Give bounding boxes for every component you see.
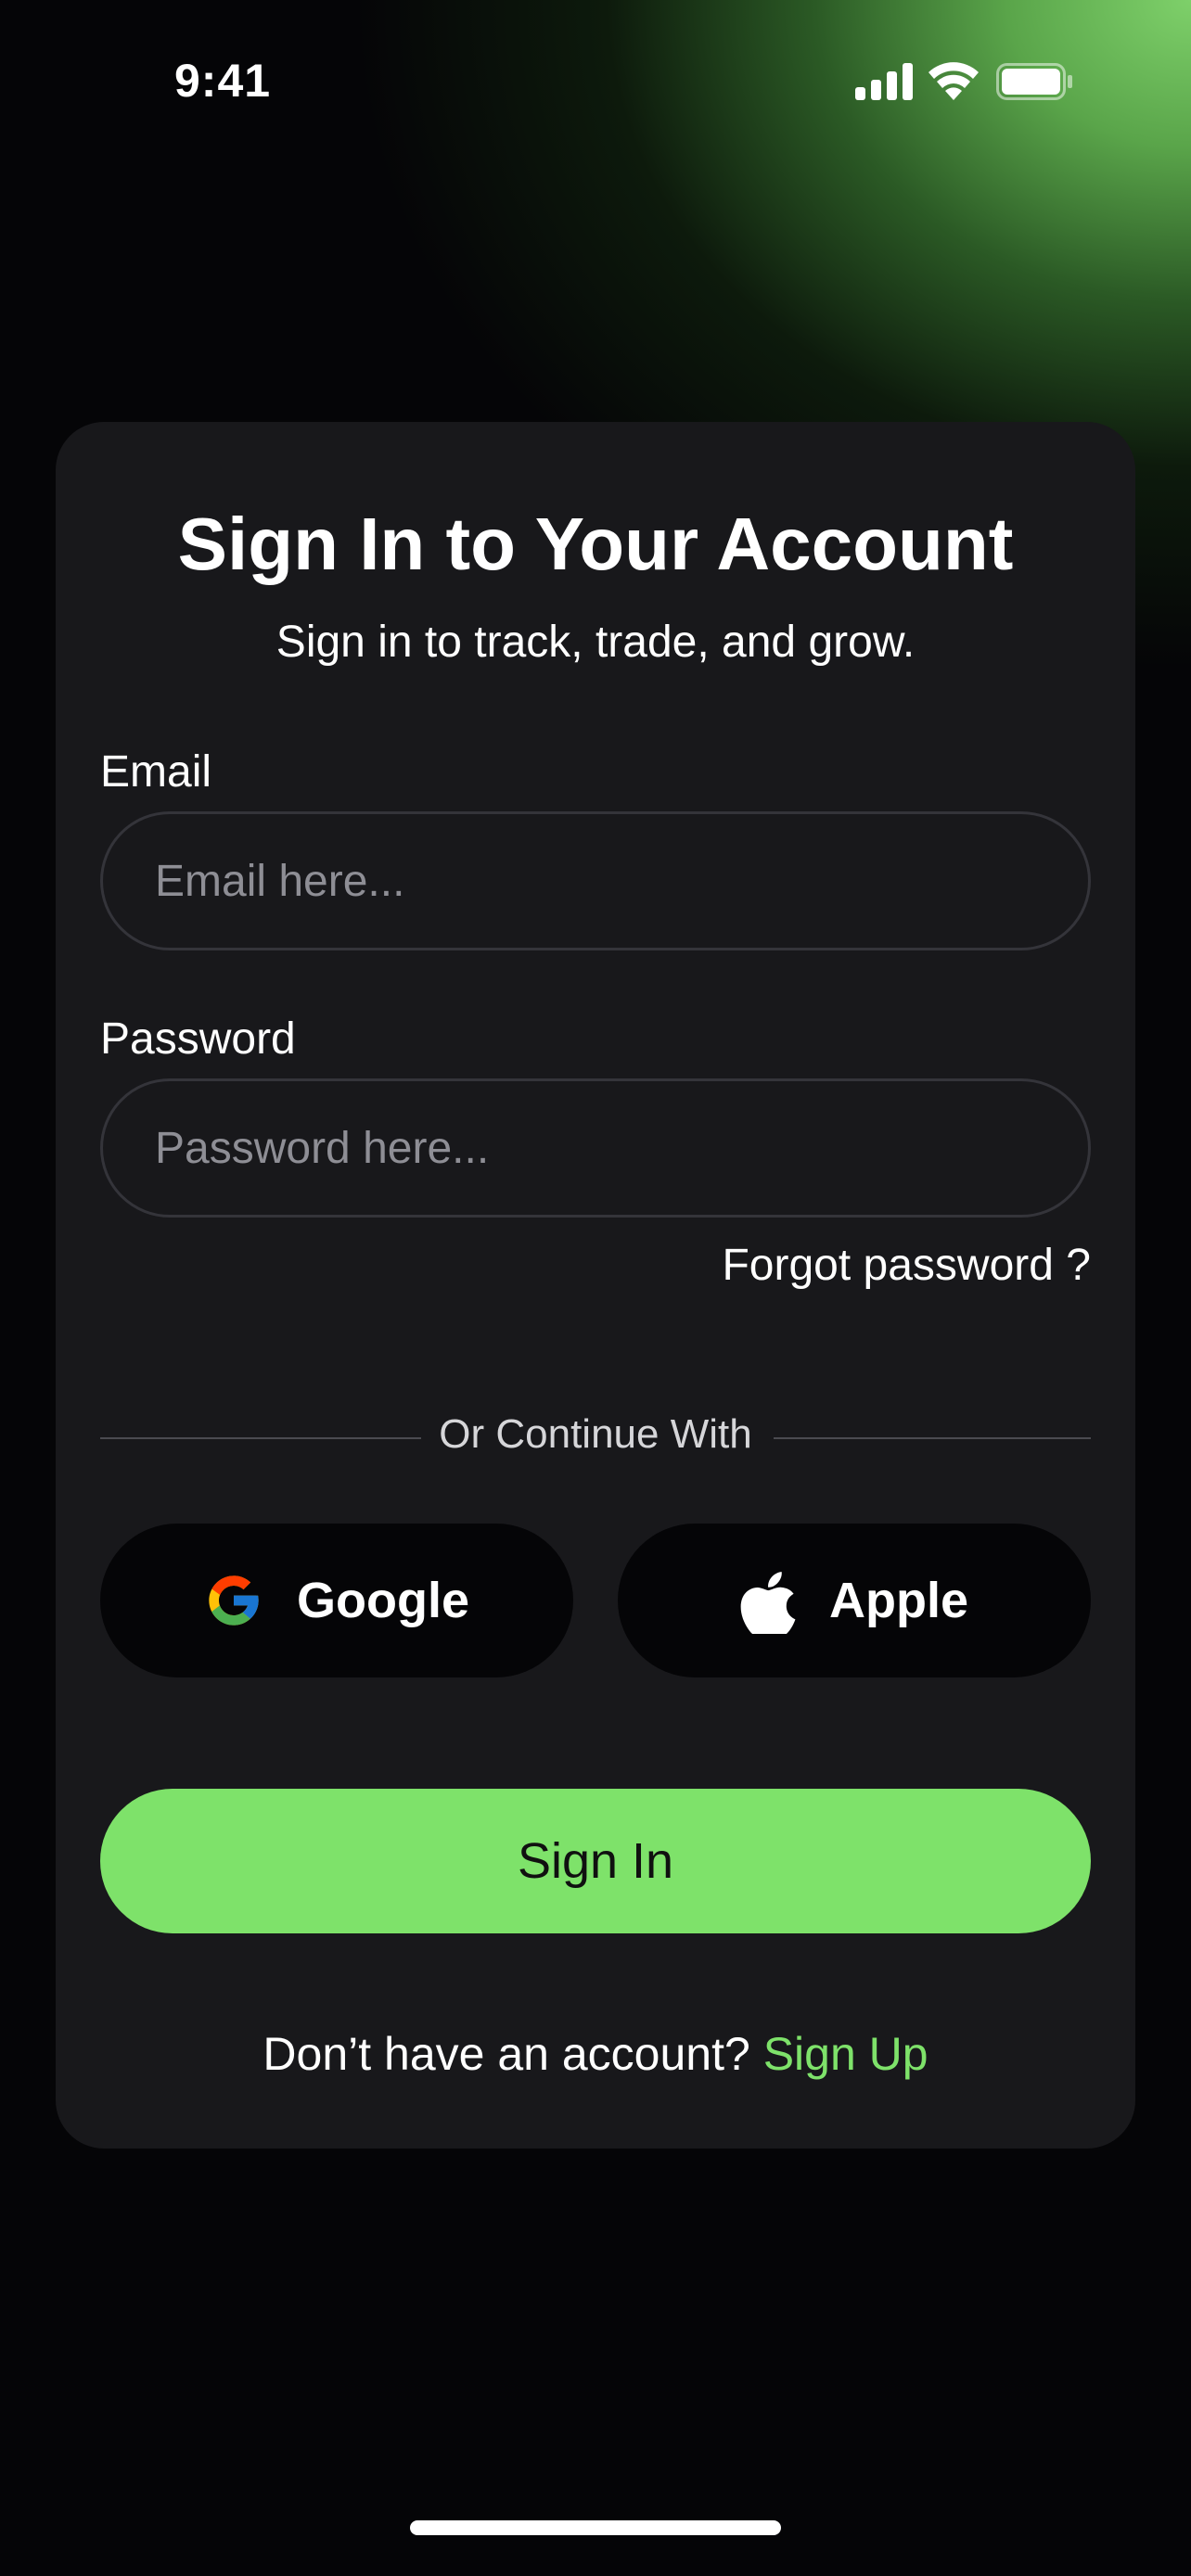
sign-up-link[interactable]: Sign Up (763, 2028, 928, 2080)
home-indicator[interactable] (410, 2520, 781, 2535)
sign-in-button[interactable]: Sign In (100, 1789, 1091, 1933)
signal-icon (855, 63, 913, 100)
google-icon (209, 1575, 259, 1626)
status-time: 9:41 (174, 55, 272, 107)
signin-card: Sign In to Your Account Sign in to track… (56, 422, 1135, 2149)
email-field-wrapper (100, 811, 1091, 950)
signup-row: Don’t have an account? Sign Up (56, 2024, 1135, 2084)
apple-button-label: Apple (828, 1573, 968, 1628)
email-label: Email (100, 747, 212, 797)
forgot-password-link[interactable]: Forgot password ? (722, 1238, 1091, 1294)
page-subtitle: Sign in to track, trade, and grow. (275, 618, 916, 667)
battery-icon (996, 63, 1072, 100)
divider-line-right (774, 1437, 1091, 1439)
apple-icon (740, 1572, 796, 1634)
page-title: Sign In to Your Account (177, 503, 1014, 585)
google-button-label: Google (297, 1573, 469, 1628)
password-field-wrapper (100, 1078, 1091, 1218)
wifi-icon (928, 62, 979, 100)
email-field[interactable] (103, 814, 1088, 948)
apple-button[interactable]: Apple (618, 1524, 1091, 1677)
password-field[interactable] (103, 1081, 1088, 1215)
status-bar: 9:41 (0, 0, 1191, 167)
password-label: Password (100, 1014, 296, 1064)
signup-prompt: Don’t have an account? (263, 2028, 750, 2080)
google-button[interactable]: Google (100, 1524, 573, 1677)
divider-text: Or Continue With (439, 1411, 752, 1457)
